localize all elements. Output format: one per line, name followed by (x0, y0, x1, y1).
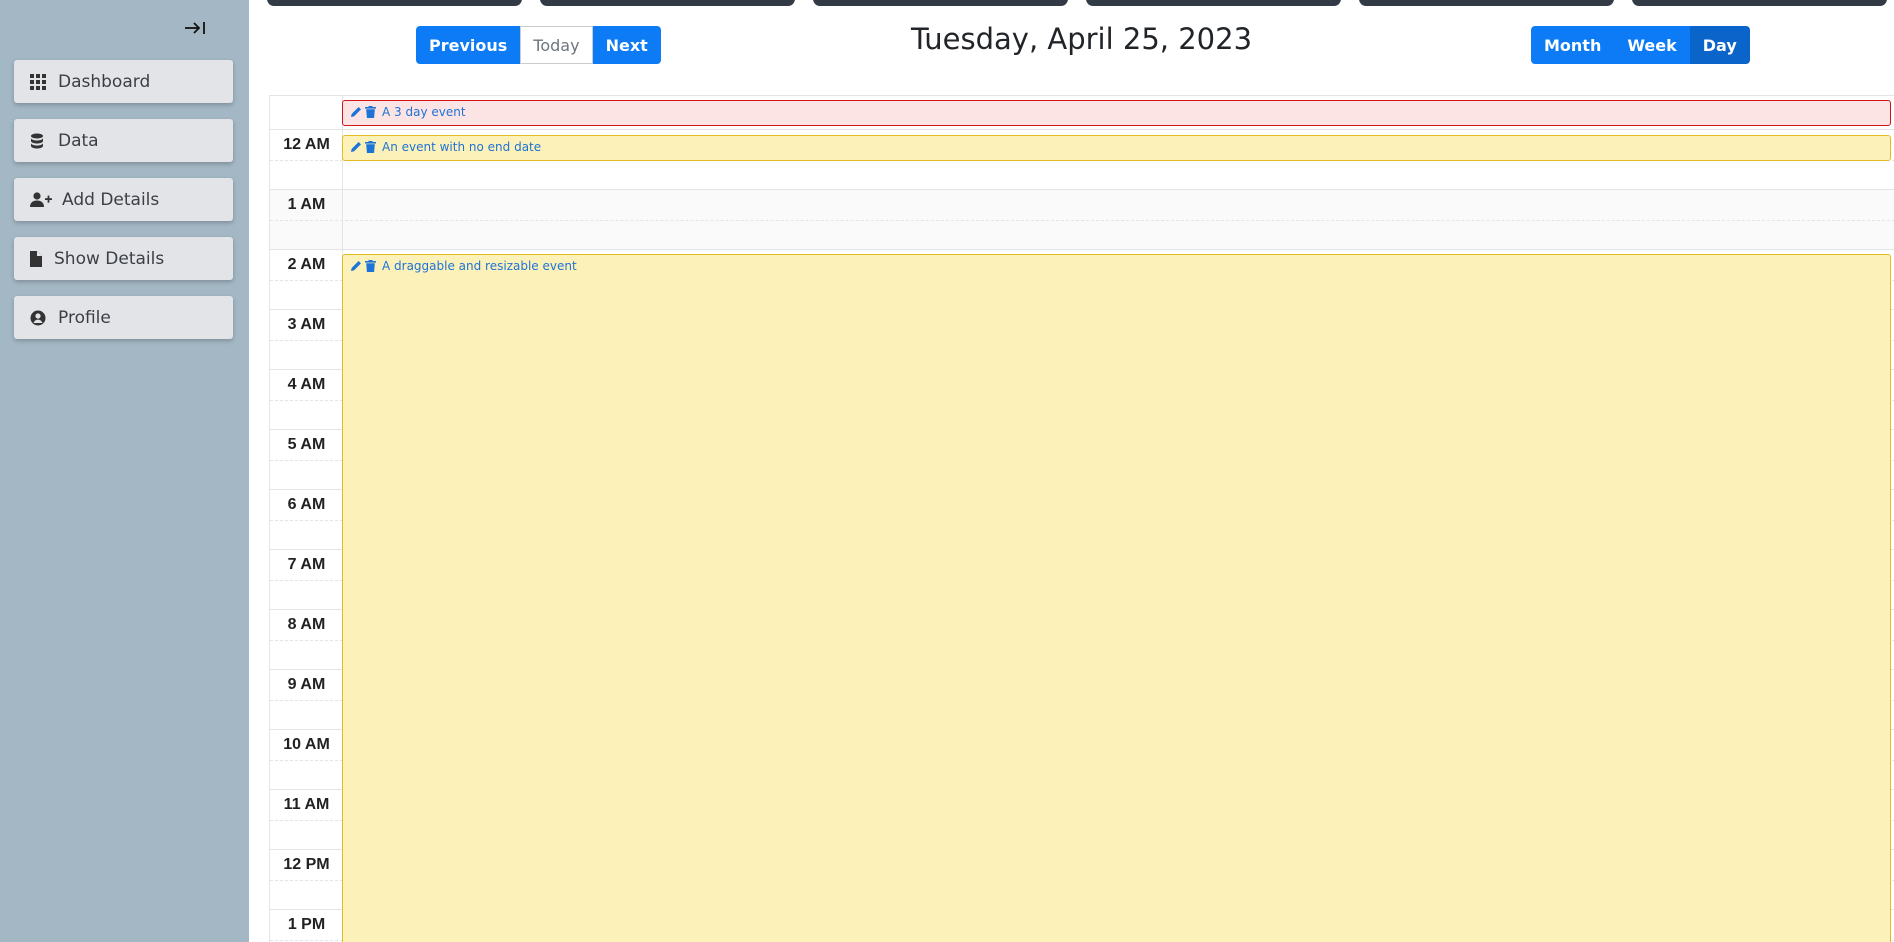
top-tab[interactable] (813, 0, 1068, 6)
top-tab[interactable] (1086, 0, 1341, 6)
hour-gutter: 9 AM (270, 670, 343, 730)
hour-label: 10 AM (283, 736, 330, 753)
hour-label: 8 AM (287, 616, 326, 633)
hour-gutter: 12 PM (270, 850, 343, 910)
half-hour-line (270, 220, 1894, 221)
event-no-end-date[interactable]: An event with no end date (342, 135, 1891, 161)
pencil-icon[interactable] (349, 259, 362, 272)
hour-label: 4 AM (287, 376, 326, 393)
event-draggable-resizable[interactable]: A draggable and resizable event (342, 254, 1891, 942)
trash-icon[interactable] (364, 259, 377, 272)
all-day-gutter (270, 96, 343, 130)
hour-label: 12 AM (283, 136, 330, 153)
hour-label: 9 AM (287, 676, 326, 693)
pencil-icon[interactable] (349, 105, 362, 118)
hour-gutter: 6 AM (270, 490, 343, 550)
top-tab[interactable] (1632, 0, 1887, 6)
trash-icon[interactable] (364, 105, 377, 118)
top-tab[interactable] (540, 0, 795, 6)
hour-gutter: 10 AM (270, 730, 343, 790)
event-title[interactable]: A draggable and resizable event (382, 259, 577, 273)
sidebar-item-label: Profile (58, 307, 111, 328)
view-day-button[interactable]: Day (1689, 26, 1750, 64)
top-tab[interactable] (267, 0, 522, 6)
top-tab[interactable] (1359, 0, 1614, 6)
sidebar-item-label: Show Details (54, 248, 165, 269)
hour-label: 5 AM (287, 436, 326, 453)
pencil-icon[interactable] (349, 140, 362, 153)
sidebar: Dashboard Data Add Details Show Details … (0, 0, 249, 942)
event-3-day[interactable]: A 3 day event (342, 100, 1891, 126)
sidebar-item-show-details[interactable]: Show Details (14, 237, 233, 280)
app-root: Dashboard Data Add Details Show Details … (0, 0, 1894, 942)
sidebar-item-add-details[interactable]: Add Details (14, 178, 233, 221)
grid-icon (30, 73, 50, 91)
database-icon (30, 132, 50, 150)
view-week-button[interactable]: Week (1614, 26, 1690, 64)
sidebar-item-label: Dashboard (58, 71, 151, 92)
sidebar-item-data[interactable]: Data (14, 119, 233, 162)
main-content: Previous Today Next Tuesday, April 25, 2… (249, 0, 1894, 942)
hour-label: 7 AM (287, 556, 326, 573)
top-tab-strip (267, 0, 1894, 6)
hour-label: 3 AM (287, 316, 326, 333)
sidebar-item-label: Add Details (62, 189, 160, 210)
collapse-right-icon (185, 22, 205, 34)
user-circle-icon (30, 309, 50, 327)
sidebar-collapse-button[interactable] (180, 16, 210, 40)
event-title[interactable]: A 3 day event (382, 105, 466, 119)
hour-gutter: 11 AM (270, 790, 343, 850)
hour-label: 11 AM (283, 796, 330, 813)
hour-row[interactable]: 1 AM (270, 190, 1894, 250)
view-button-group: Month Week Day (1531, 26, 1750, 64)
hour-gutter: 7 AM (270, 550, 343, 610)
user-plus-icon (30, 191, 54, 209)
hour-gutter: 3 AM (270, 310, 343, 370)
trash-icon[interactable] (364, 140, 377, 153)
hour-gutter: 1 PM (270, 910, 343, 942)
sidebar-item-dashboard[interactable]: Dashboard (14, 60, 233, 103)
sidebar-item-profile[interactable]: Profile (14, 296, 233, 339)
event-title[interactable]: An event with no end date (382, 140, 541, 154)
file-icon (30, 250, 46, 268)
hour-gutter: 4 AM (270, 370, 343, 430)
view-month-button[interactable]: Month (1531, 26, 1615, 64)
hour-label: 1 PM (287, 916, 326, 933)
hour-gutter: 2 AM (270, 250, 343, 310)
hour-gutter: 5 AM (270, 430, 343, 490)
hour-label: 1 AM (287, 196, 326, 213)
hour-label: 6 AM (287, 496, 326, 513)
hour-label: 12 PM (283, 856, 330, 873)
day-calendar: 12 AM 1 AM 2 AM 3 AM 4 AM 5 AM 6 AM 7 AM 8 AM 9 A… (269, 95, 1894, 942)
hour-gutter: 1 AM (270, 190, 343, 250)
hour-gutter: 8 AM (270, 610, 343, 670)
sidebar-item-label: Data (58, 130, 99, 151)
hour-label: 2 AM (287, 256, 326, 273)
hour-gutter: 12 AM (270, 130, 343, 190)
